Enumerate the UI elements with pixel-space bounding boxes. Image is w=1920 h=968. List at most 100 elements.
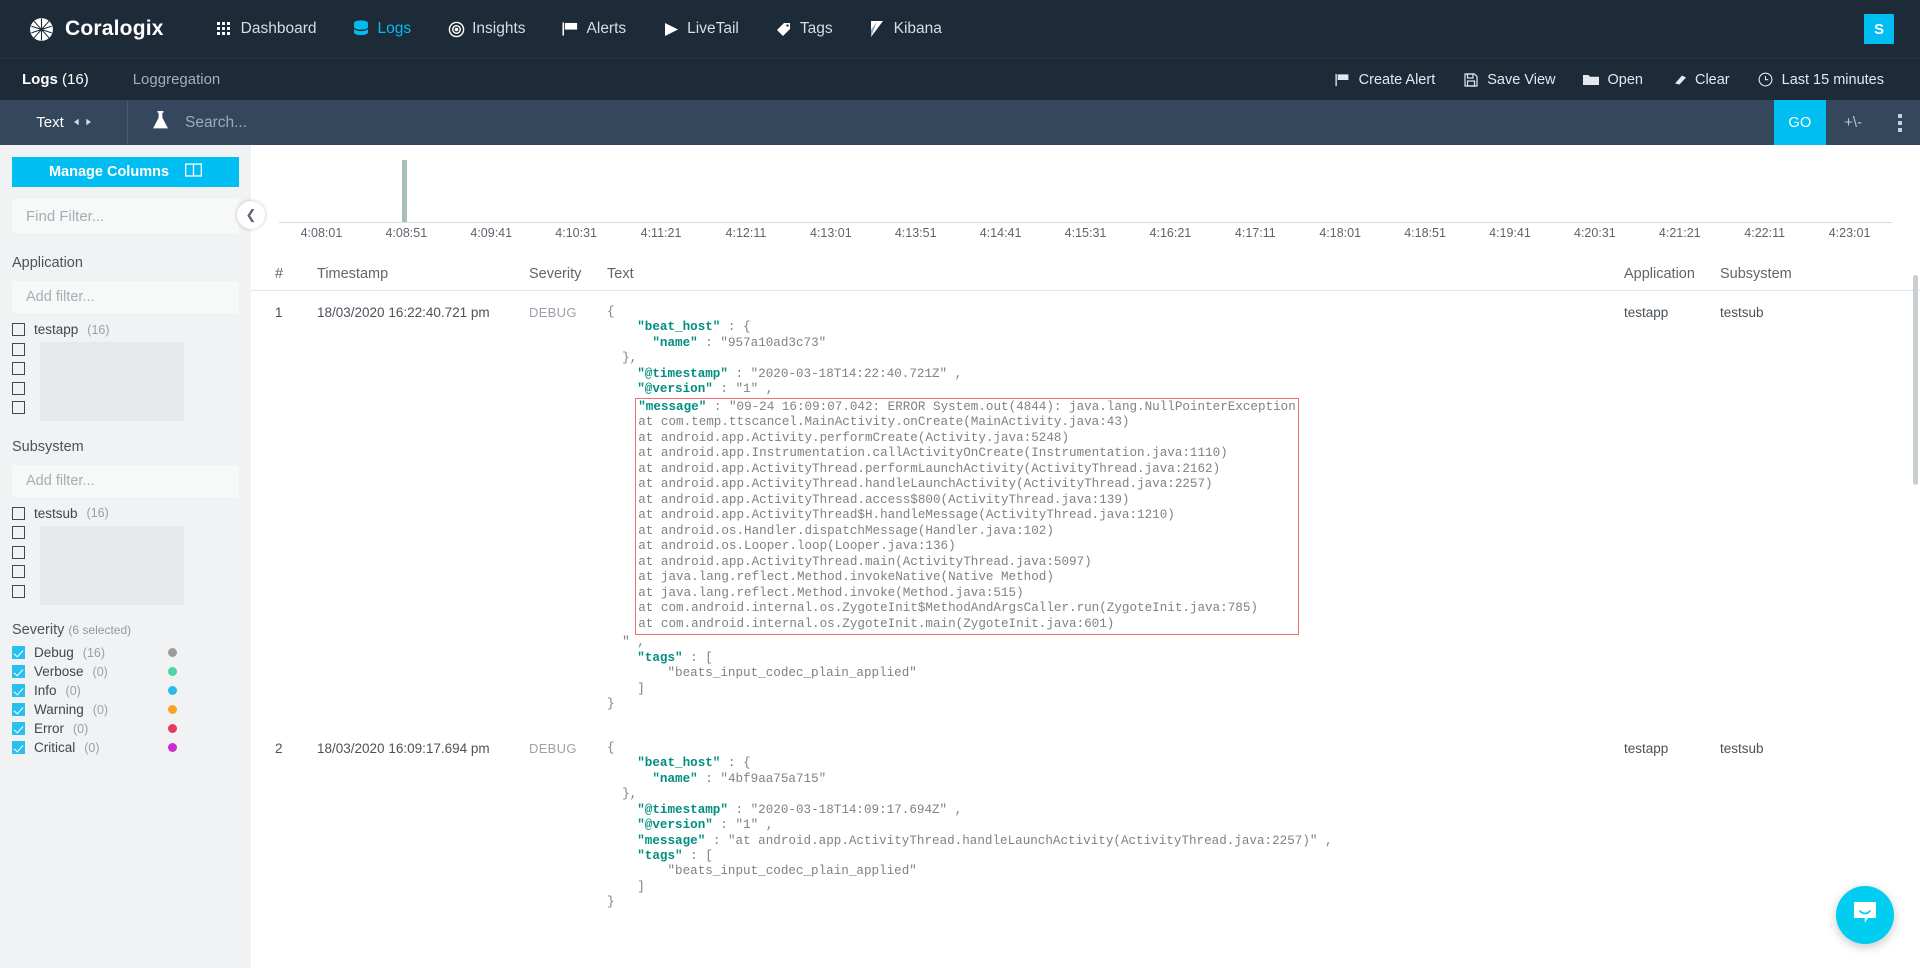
facet-item-testapp[interactable]: testapp (16) (12, 321, 239, 339)
header-text[interactable]: Text (607, 266, 1624, 282)
find-filter-input[interactable] (12, 199, 239, 233)
timeline-histogram[interactable] (279, 151, 1892, 223)
table-row[interactable]: 1 18/03/2020 16:22:40.721 pm DEBUG { "beat_… (251, 291, 1920, 727)
facet-checkbox[interactable] (12, 381, 25, 395)
severity-color-dot (168, 648, 177, 658)
user-avatar[interactable]: S (1864, 14, 1894, 44)
header-timestamp[interactable]: Timestamp (317, 266, 529, 282)
flask-icon[interactable] (152, 110, 169, 135)
sidebar-collapse-button[interactable]: ❮ (237, 201, 265, 229)
facet-item-placeholder[interactable] (12, 544, 239, 562)
open-button[interactable]: Open (1569, 72, 1656, 88)
severity-selected-count: (6 selected) (68, 623, 132, 637)
facet-item-testsub[interactable]: testsub (16) (12, 505, 239, 523)
severity-label: Info (34, 683, 57, 699)
save-view-button[interactable]: Save View (1449, 72, 1569, 88)
row-timestamp: 18/03/2020 16:22:40.721 pm (317, 305, 490, 320)
top-navigation-bar: Coralogix Dashboard Logs Insights Alerts… (0, 0, 1920, 58)
time-range-picker[interactable]: Last 15 minutes (1744, 72, 1898, 88)
tab-logs[interactable]: Logs (16) (22, 71, 111, 88)
facet-item-placeholder[interactable] (12, 360, 239, 378)
go-button[interactable]: GO (1774, 100, 1827, 145)
severity-item-critical[interactable]: Critical (0) (12, 739, 239, 757)
facet-checkbox[interactable] (12, 526, 25, 540)
severity-count: (0) (92, 664, 108, 679)
histogram-tick-label: 4:19:41 (1489, 226, 1531, 240)
columns-icon (185, 163, 203, 181)
severity-item-error[interactable]: Error (0) (12, 720, 239, 738)
folder-icon (1583, 72, 1600, 88)
facet-checkbox[interactable] (12, 401, 25, 415)
nav-item-label: Logs (377, 20, 412, 37)
row-severity: DEBUG (529, 740, 577, 756)
brand-logo[interactable]: Coralogix (16, 16, 164, 43)
application-facet-label: Application (12, 255, 83, 271)
header-subsystem[interactable]: Subsystem (1720, 266, 1920, 282)
nav-item-alerts[interactable]: Alerts (544, 0, 645, 58)
search-mode-selector[interactable]: Text (0, 100, 128, 145)
nav-item-kibana[interactable]: Kibana (851, 0, 960, 58)
nav-item-label: Kibana (893, 20, 942, 37)
more-options-icon[interactable] (1880, 100, 1920, 145)
chat-widget-button[interactable] (1836, 886, 1894, 944)
facet-checkbox[interactable] (12, 584, 25, 598)
facet-checkbox[interactable] (12, 362, 25, 376)
severity-checkbox[interactable] (12, 646, 25, 660)
clear-button[interactable]: Clear (1657, 72, 1744, 88)
tab-loggregation[interactable]: Loggregation (111, 71, 243, 88)
facet-item-placeholder[interactable] (12, 341, 239, 359)
search-input[interactable] (185, 113, 1775, 132)
time-range-label: Last 15 minutes (1781, 71, 1884, 88)
nav-item-logs[interactable]: Logs (334, 0, 429, 58)
subsystem-add-filter-input[interactable] (12, 464, 239, 497)
manage-columns-button[interactable]: Manage Columns (12, 157, 239, 187)
application-facet-title: Application (12, 255, 239, 271)
row-log-text[interactable]: { "beat_host" : { "name" : "4bf9aa75a715… (607, 741, 1624, 911)
severity-color-dot (168, 667, 177, 677)
nav-item-tags[interactable]: Tags (757, 0, 851, 58)
application-add-filter-input[interactable] (12, 281, 239, 313)
facet-item-placeholder[interactable] (12, 524, 239, 542)
vertical-scrollbar[interactable] (1913, 275, 1918, 485)
severity-facet-title: Severity (6 selected) (12, 622, 239, 638)
nav-item-insights[interactable]: Insights (429, 0, 543, 58)
header-application[interactable]: Application (1624, 266, 1720, 282)
severity-checkbox[interactable] (12, 722, 25, 736)
facet-checkbox[interactable] (12, 323, 25, 337)
severity-label: Error (34, 721, 64, 737)
facet-item-placeholder[interactable] (12, 380, 239, 398)
severity-checkbox[interactable] (12, 684, 25, 698)
severity-item-verbose[interactable]: Verbose (0) (12, 663, 239, 681)
expand-collapse-toggle[interactable]: +\- (1826, 114, 1880, 131)
facet-item-placeholder[interactable] (12, 399, 239, 417)
row-subsystem: testsub (1720, 305, 1764, 320)
facet-checkbox[interactable] (12, 342, 25, 356)
create-alert-button[interactable]: Create Alert (1321, 72, 1450, 88)
severity-item-info[interactable]: Info (0) (12, 682, 239, 700)
severity-count: (0) (73, 721, 89, 736)
search-field-wrapper (128, 100, 1775, 145)
facet-item-placeholder[interactable] (12, 583, 239, 601)
facet-item-placeholder[interactable] (12, 563, 239, 581)
severity-checkbox[interactable] (12, 665, 25, 679)
histogram-bar[interactable] (401, 160, 407, 222)
severity-checkbox[interactable] (12, 703, 25, 717)
severity-item-debug[interactable]: Debug (16) (12, 644, 239, 662)
row-log-text[interactable]: { "beat_host" : { "name" : "957a10ad3c73… (607, 305, 1624, 713)
severity-item-warning[interactable]: Warning (0) (12, 701, 239, 719)
severity-checkbox[interactable] (12, 741, 25, 755)
facet-checkbox[interactable] (12, 545, 25, 559)
facet-checkbox[interactable] (12, 506, 25, 520)
header-num: # (275, 265, 284, 282)
facet-checkbox[interactable] (12, 565, 25, 579)
table-row[interactable]: 2 18/03/2020 16:09:17.694 pm DEBUG { "beat_… (251, 727, 1920, 925)
header-severity[interactable]: Severity (529, 266, 607, 282)
logs-table: # Timestamp Severity Text Application Su… (251, 257, 1920, 925)
chevron-left-icon: ❮ (245, 207, 257, 222)
brand-name: Coralogix (65, 17, 164, 40)
nav-item-dashboard[interactable]: Dashboard (198, 0, 335, 58)
severity-color-dot (168, 724, 177, 734)
nav-item-livetail[interactable]: LiveTail (644, 0, 757, 58)
logs-page: Coralogix Dashboard Logs Insights Alerts… (0, 0, 1920, 968)
flag-icon (562, 20, 580, 38)
